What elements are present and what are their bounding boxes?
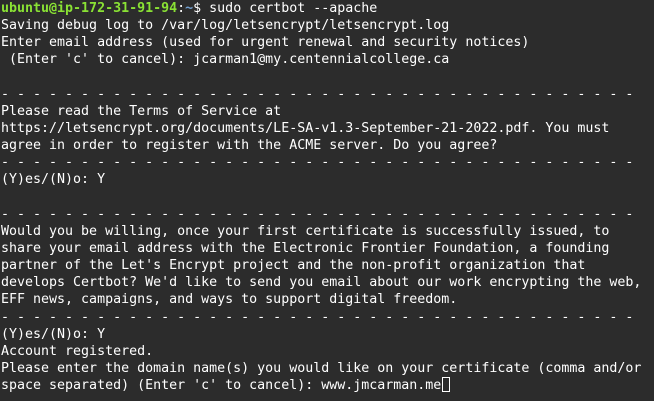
domain-prompt-text: space separated) (Enter 'c' to cancel): <box>1 378 322 394</box>
output-line: partner of the Let's Encrypt project and… <box>1 258 586 274</box>
terminal-window[interactable]: ubuntu@ip-172-31-91-94:~$ sudo certbot -… <box>0 0 654 401</box>
output-line: Would you be willing, once your first ce… <box>1 223 610 239</box>
output-line: (Enter 'c' to cancel): jcarman1@my.cente… <box>1 52 450 68</box>
output-line: Please read the Terms of Service at <box>1 103 282 119</box>
output-line: (Y)es/(N)o: Y <box>1 326 106 342</box>
shell-prompt-line: ubuntu@ip-172-31-91-94:~$ sudo certbot -… <box>1 0 654 17</box>
domain-input-line[interactable]: space separated) (Enter 'c' to cancel): … <box>1 377 654 394</box>
separator-line: - - - - - - - - - - - - - - - - - - - - … <box>1 206 634 222</box>
output-line: share your email address with the Electr… <box>1 240 610 256</box>
output-line: Enter email address (used for urgent ren… <box>1 35 530 51</box>
output-line: agree in order to register with the ACME… <box>1 138 498 154</box>
prompt-user-host: ubuntu@ip-172-31-91-94 <box>1 1 178 16</box>
separator-line: - - - - - - - - - - - - - - - - - - - - … <box>1 155 634 171</box>
output-line: Please enter the domain name(s) you woul… <box>1 360 642 376</box>
prompt-symbol: $ <box>193 1 210 16</box>
separator-line: - - - - - - - - - - - - - - - - - - - - … <box>1 86 634 102</box>
output-line: Account registered. <box>1 343 154 359</box>
output-line: (Y)es/(N)o: Y <box>1 172 106 188</box>
domain-input-value[interactable]: www.jmcarman.me <box>321 378 441 393</box>
output-line: Saving debug log to /var/log/letsencrypt… <box>1 18 450 34</box>
output-line: EFF news, campaigns, and ways to support… <box>1 292 458 308</box>
text-cursor <box>442 377 451 393</box>
prompt-colon: : <box>177 1 186 16</box>
prompt-path: ~ <box>185 1 194 16</box>
output-line: https://letsencrypt.org/documents/LE-SA-… <box>1 120 610 136</box>
output-line: develops Certbot? We'd like to send you … <box>1 275 642 291</box>
separator-line: - - - - - - - - - - - - - - - - - - - - … <box>1 309 634 325</box>
prompt-command: sudo certbot --apache <box>209 1 378 16</box>
